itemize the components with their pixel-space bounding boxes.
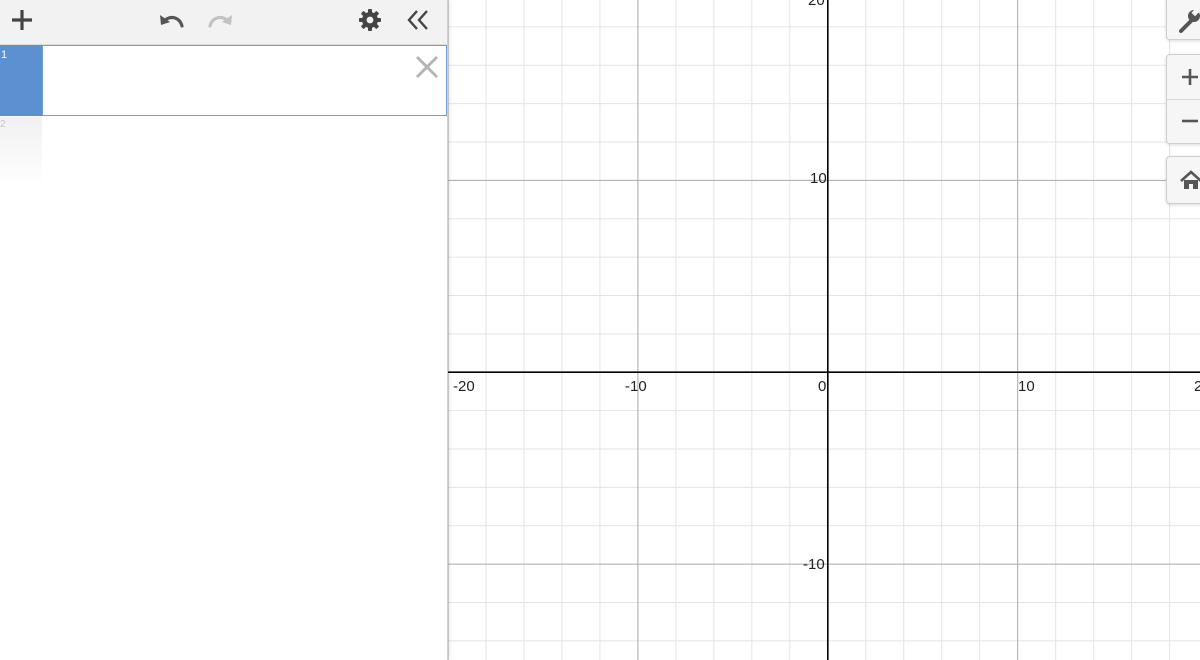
close-icon — [415, 55, 439, 79]
expression-panel: 1 2 — [0, 0, 448, 660]
settings-button[interactable] — [352, 2, 388, 38]
delete-expression-button[interactable] — [414, 54, 440, 80]
expression-toolbar — [0, 0, 447, 45]
y-tick-label-10: 10 — [810, 170, 827, 187]
collapse-panel-button[interactable] — [400, 2, 436, 38]
undo-icon — [160, 15, 184, 28]
zoom-in-button[interactable] — [1167, 55, 1200, 100]
x-tick-label-zero: 0 — [818, 378, 826, 395]
graph-canvas[interactable]: -20 -10 0 10 2 20 10 -10 — [448, 0, 1200, 660]
expression-index: 1 — [1, 49, 8, 61]
plus-icon — [1182, 69, 1198, 85]
redo-icon — [208, 15, 232, 28]
zoom-controls — [1166, 54, 1200, 144]
expression-color-tab[interactable]: 1 — [0, 45, 42, 116]
minus-icon — [1182, 119, 1198, 123]
zoom-out-button[interactable] — [1167, 99, 1200, 143]
y-tick-label-20: 20 — [808, 0, 825, 9]
add-expression-button[interactable] — [4, 2, 40, 38]
expression-input[interactable] — [42, 45, 447, 116]
wrench-icon — [1179, 7, 1200, 33]
default-viewport-button[interactable] — [1166, 156, 1200, 204]
x-tick-label-neg20: -20 — [453, 378, 475, 395]
new-expression-row[interactable]: 2 — [0, 117, 42, 187]
graph-paper[interactable]: -20 -10 0 10 2 20 10 -10 — [448, 0, 1200, 660]
x-tick-label-20: 2 — [1194, 378, 1200, 395]
plus-icon — [12, 10, 32, 30]
x-tick-label-10: 10 — [1018, 378, 1035, 395]
gear-icon — [359, 9, 381, 31]
graphing-calculator: 1 2 -20 -10 0 10 2 20 10 -10 — [0, 0, 1200, 660]
new-expression-index: 2 — [0, 119, 6, 130]
expression-row[interactable]: 1 — [0, 45, 447, 116]
x-tick-label-neg10: -10 — [625, 378, 647, 395]
y-tick-label-neg10: -10 — [803, 556, 825, 573]
redo-button[interactable] — [202, 2, 238, 38]
double-chevron-left-icon — [407, 10, 428, 30]
graph-settings-button[interactable] — [1166, 0, 1200, 40]
undo-button[interactable] — [154, 2, 190, 38]
x-axis-tick-labels: -20 -10 0 10 2 — [453, 378, 1200, 395]
home-icon — [1180, 170, 1200, 189]
